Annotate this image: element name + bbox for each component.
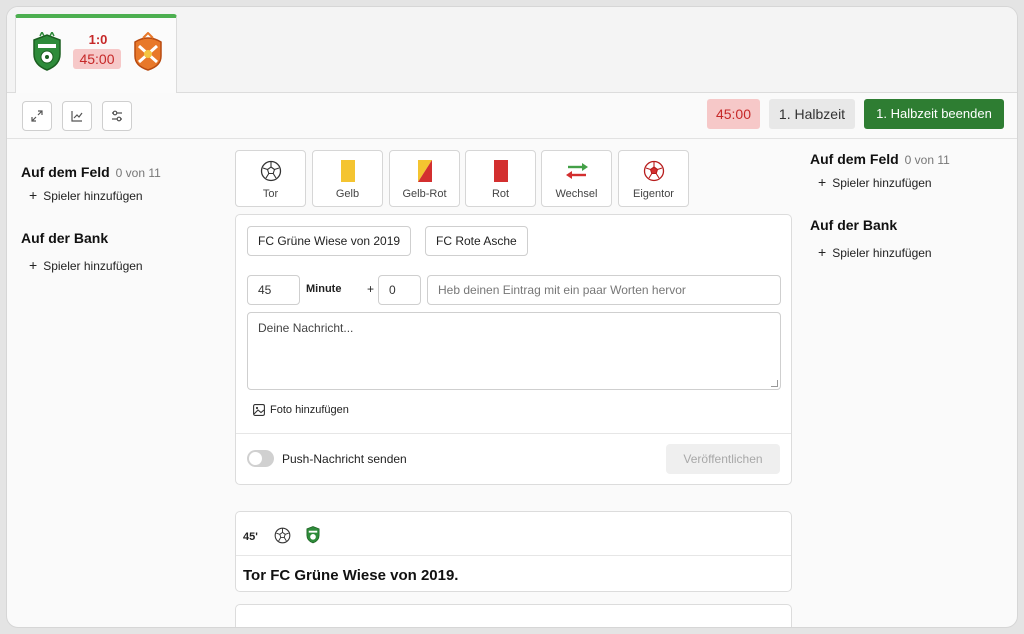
event-substitution-label: Wechsel <box>555 188 598 200</box>
app-window: 1:0 45:00 45:00 1. Halbzeit 1. Halbzeit … <box>6 6 1018 628</box>
plus-icon: + <box>818 244 827 260</box>
end-half-button[interactable]: 1. Halbzeit beenden <box>864 99 1004 129</box>
add-photo-button[interactable]: Foto hinzufügen <box>253 404 349 416</box>
home-add-field-player[interactable]: + Spieler hinzufügen <box>29 187 143 203</box>
away-team-crest-icon <box>134 32 162 71</box>
yellow-card-icon <box>340 160 355 182</box>
game-timer: 45:00 <box>707 99 760 129</box>
yellow-red-card-icon <box>417 160 432 182</box>
away-bench-heading: Auf der Bank <box>810 217 898 233</box>
home-bench-heading: Auf der Bank <box>21 230 109 246</box>
plus-icon: + <box>29 257 38 273</box>
home-add-bench-player[interactable]: + Spieler hinzufügen <box>29 257 143 273</box>
feed-entry-minute: 45' <box>243 531 258 543</box>
plus-icon: + <box>29 187 38 203</box>
match-tab-bar: 1:0 45:00 <box>7 7 1017 94</box>
feed-entry-divider <box>236 555 791 556</box>
home-field-count: 0 von 11 <box>115 166 161 180</box>
away-add-bench-player[interactable]: + Spieler hinzufügen <box>818 244 932 260</box>
event-yellow-button[interactable]: Gelb <box>312 150 383 207</box>
resize-handle[interactable] <box>771 380 778 387</box>
control-toolbar: 45:00 1. Halbzeit 1. Halbzeit beenden <box>7 93 1017 139</box>
push-label: Push-Nachricht senden <box>282 452 407 466</box>
image-icon <box>253 404 265 416</box>
extra-time-input[interactable]: 0 <box>378 275 421 305</box>
feed-entry: 45' Tor FC Grüne Wiese von 2019. <box>235 511 792 592</box>
away-field-count: 0 von 11 <box>904 153 950 167</box>
red-card-icon <box>493 160 508 182</box>
event-goal-button[interactable]: Tor <box>235 150 306 207</box>
event-yellow-red-label: Gelb-Rot <box>402 188 447 200</box>
chart-icon <box>71 111 83 122</box>
away-add-field-player[interactable]: + Spieler hinzufügen <box>818 174 932 190</box>
home-team-crest-icon <box>306 526 320 544</box>
message-placeholder: Deine Nachricht... <box>258 321 354 335</box>
toggle-knob <box>249 452 262 465</box>
match-score: 1:0 <box>88 32 108 47</box>
event-red-button[interactable]: Rot <box>465 150 536 207</box>
push-toggle[interactable] <box>247 450 274 467</box>
minute-label: Minute <box>306 283 342 295</box>
fullscreen-button[interactable] <box>22 101 52 131</box>
highlight-input[interactable]: Heb deinen Eintrag mit ein paar Worten h… <box>427 275 781 305</box>
event-yellow-red-button[interactable]: Gelb-Rot <box>389 150 460 207</box>
publish-button[interactable]: Veröffentlichen <box>666 444 780 474</box>
add-photo-label: Foto hinzufügen <box>270 404 349 416</box>
team-away-button[interactable]: FC Rote Asche <box>425 226 528 256</box>
event-red-label: Rot <box>491 188 510 200</box>
half-indicator: 1. Halbzeit <box>769 99 855 129</box>
settings-button[interactable] <box>102 101 132 131</box>
message-textarea[interactable]: Deine Nachricht... <box>247 312 781 390</box>
composer-divider <box>236 433 791 434</box>
plus-label: + <box>367 282 375 296</box>
event-own-goal-label: Eigentor <box>633 188 674 200</box>
stats-button[interactable] <box>62 101 92 131</box>
match-tab[interactable]: 1:0 45:00 <box>15 14 177 94</box>
event-own-goal-button[interactable]: Eigentor <box>618 150 689 207</box>
football-icon <box>260 160 281 182</box>
home-field-heading: Auf dem Feld 0 von 11 <box>21 164 161 180</box>
event-substitution-button[interactable]: Wechsel <box>541 150 612 207</box>
football-icon <box>274 527 291 544</box>
event-goal-label: Tor <box>262 188 279 200</box>
plus-icon: + <box>818 174 827 190</box>
home-team-crest-icon <box>33 32 61 71</box>
feed-entry-headline: Tor FC Grüne Wiese von 2019. <box>243 567 459 584</box>
event-yellow-label: Gelb <box>335 188 360 200</box>
event-composer: FC Grüne Wiese von 2019 FC Rote Asche 45… <box>235 214 792 485</box>
sliders-icon <box>112 110 122 122</box>
team-home-button[interactable]: FC Grüne Wiese von 2019 <box>247 226 412 256</box>
away-field-heading: Auf dem Feld 0 von 11 <box>810 151 950 167</box>
expand-icon <box>31 110 43 122</box>
substitution-icon <box>565 163 588 179</box>
minute-input[interactable]: 45 <box>247 275 300 305</box>
feed-entry-next <box>235 604 792 627</box>
own-goal-icon <box>643 160 664 182</box>
match-time: 45:00 <box>73 49 121 69</box>
